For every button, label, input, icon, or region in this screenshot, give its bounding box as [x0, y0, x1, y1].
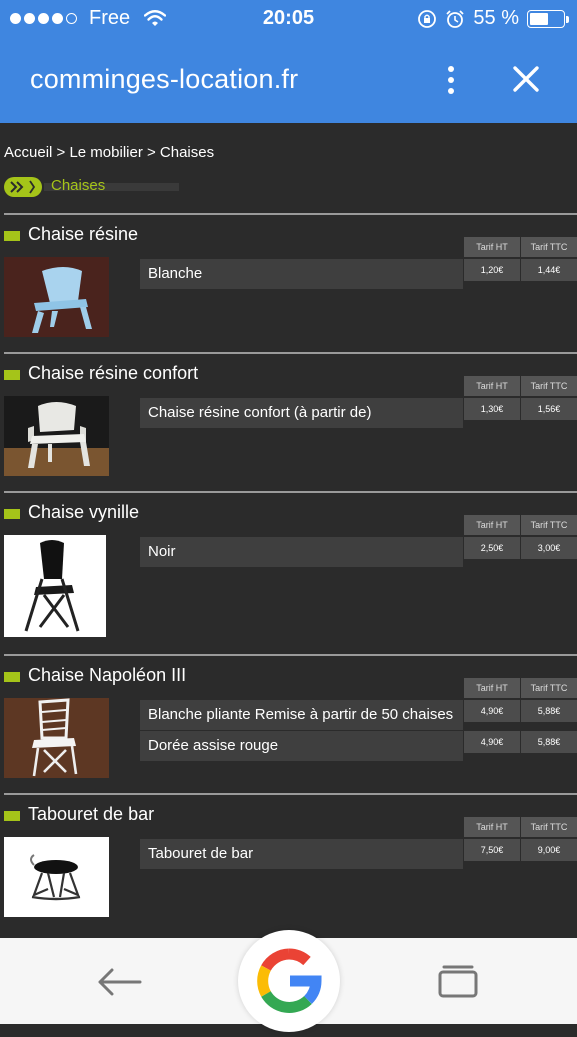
header-tarif-ttc: Tarif TTC: [521, 237, 577, 257]
url-bar: comminges-location.fr: [0, 50, 577, 110]
product-title: Chaise Napoléon III: [28, 665, 187, 685]
header-tarif-ht: Tarif HT: [464, 515, 520, 535]
bottom-navbar: [0, 930, 577, 1032]
product-chaise-napoleon-iii: Chaise Napoléon III Tarif HT Tarif TTC B…: [4, 654, 577, 794]
header-tarif-ttc: Tarif TTC: [521, 515, 577, 535]
close-icon[interactable]: [506, 62, 546, 98]
product-title: Chaise résine confort: [28, 363, 199, 383]
category-title: Chaises: [51, 177, 106, 194]
browser-header: Free 20:05 55 % comminges-location.fr: [0, 0, 577, 123]
breadcrumb[interactable]: Accueil > Le mobilier > Chaises: [4, 144, 214, 161]
header-tarif-ht: Tarif HT: [464, 678, 520, 698]
divider: [4, 213, 577, 215]
title-marker: [4, 672, 20, 682]
title-marker: [4, 811, 20, 821]
title-marker: [4, 370, 20, 380]
status-right: 55 %: [417, 7, 569, 30]
product-option: Blanche pliante Remise à partir de 50 ch…: [140, 700, 463, 730]
header-tarif-ht: Tarif HT: [464, 237, 520, 257]
price-ht: 7,50€: [464, 839, 520, 861]
google-icon: [257, 948, 322, 1013]
price-ht: 2,50€: [464, 537, 520, 559]
price-ht: 4,90€: [464, 731, 520, 753]
title-marker: [4, 509, 20, 519]
double-chevron-icon: [4, 177, 42, 197]
divider: [4, 352, 577, 354]
header-tarif-ht: Tarif HT: [464, 817, 520, 837]
price-ttc: 5,88€: [521, 700, 577, 722]
product-option: Dorée assise rouge: [140, 731, 463, 761]
price-ttc: 1,44€: [521, 259, 577, 281]
product-chaise-resine-confort: Chaise résine confort Tarif HT Tarif TTC…: [4, 352, 577, 492]
divider: [4, 491, 577, 493]
price-ht: 4,90€: [464, 700, 520, 722]
product-title: Chaise résine: [28, 224, 139, 244]
product-chaise-vynille: Chaise vynille Tarif HT Tarif TTC Noir 2…: [4, 491, 577, 651]
header-tarif-ttc: Tarif TTC: [521, 376, 577, 396]
title-marker: [4, 231, 20, 241]
product-image-black-folding-chair[interactable]: [4, 535, 106, 637]
header-tarif-ttc: Tarif TTC: [521, 817, 577, 837]
page-url[interactable]: comminges-location.fr: [30, 64, 298, 95]
battery-percent: 55 %: [473, 7, 519, 29]
product-image-armchair[interactable]: [4, 396, 109, 476]
product-option: Chaise résine confort (à partir de): [140, 398, 463, 428]
divider: [4, 793, 577, 795]
price-ttc: 9,00€: [521, 839, 577, 861]
battery-icon: [527, 9, 569, 28]
rotation-lock-icon: [418, 9, 437, 28]
price-ttc: 5,88€: [521, 731, 577, 753]
more-vert-icon[interactable]: [438, 62, 464, 98]
google-button[interactable]: [238, 930, 340, 1032]
back-arrow-icon[interactable]: [96, 966, 142, 998]
product-tabouret-de-bar: Tabouret de bar Tarif HT Tarif TTC Tabou…: [4, 793, 577, 938]
price-ht: 1,20€: [464, 259, 520, 281]
price-ttc: 3,00€: [521, 537, 577, 559]
header-tarif-ht: Tarif HT: [464, 376, 520, 396]
header-tarif-ttc: Tarif TTC: [521, 678, 577, 698]
price-ht: 1,30€: [464, 398, 520, 420]
category-heading: Chaises: [4, 177, 179, 197]
product-image-bar-stool[interactable]: [4, 837, 109, 917]
tabs-icon[interactable]: [438, 964, 478, 998]
product-title: Chaise vynille: [28, 502, 140, 522]
status-bar: Free 20:05 55 %: [0, 0, 577, 38]
page-content: Accueil > Le mobilier > Chaises Chaises …: [0, 123, 577, 938]
product-option: Noir: [140, 537, 463, 567]
product-option: Blanche: [140, 259, 463, 289]
alarm-icon: [446, 9, 465, 28]
product-image-napoleon-chair[interactable]: [4, 698, 109, 778]
product-option: Tabouret de bar: [140, 839, 463, 869]
product-title: Tabouret de bar: [28, 804, 155, 824]
price-ttc: 1,56€: [521, 398, 577, 420]
divider: [4, 654, 577, 656]
product-chaise-resine: Chaise résine Tarif HT Tarif TTC Blanche…: [4, 213, 577, 353]
product-image-white-plastic-chair[interactable]: [4, 257, 109, 337]
